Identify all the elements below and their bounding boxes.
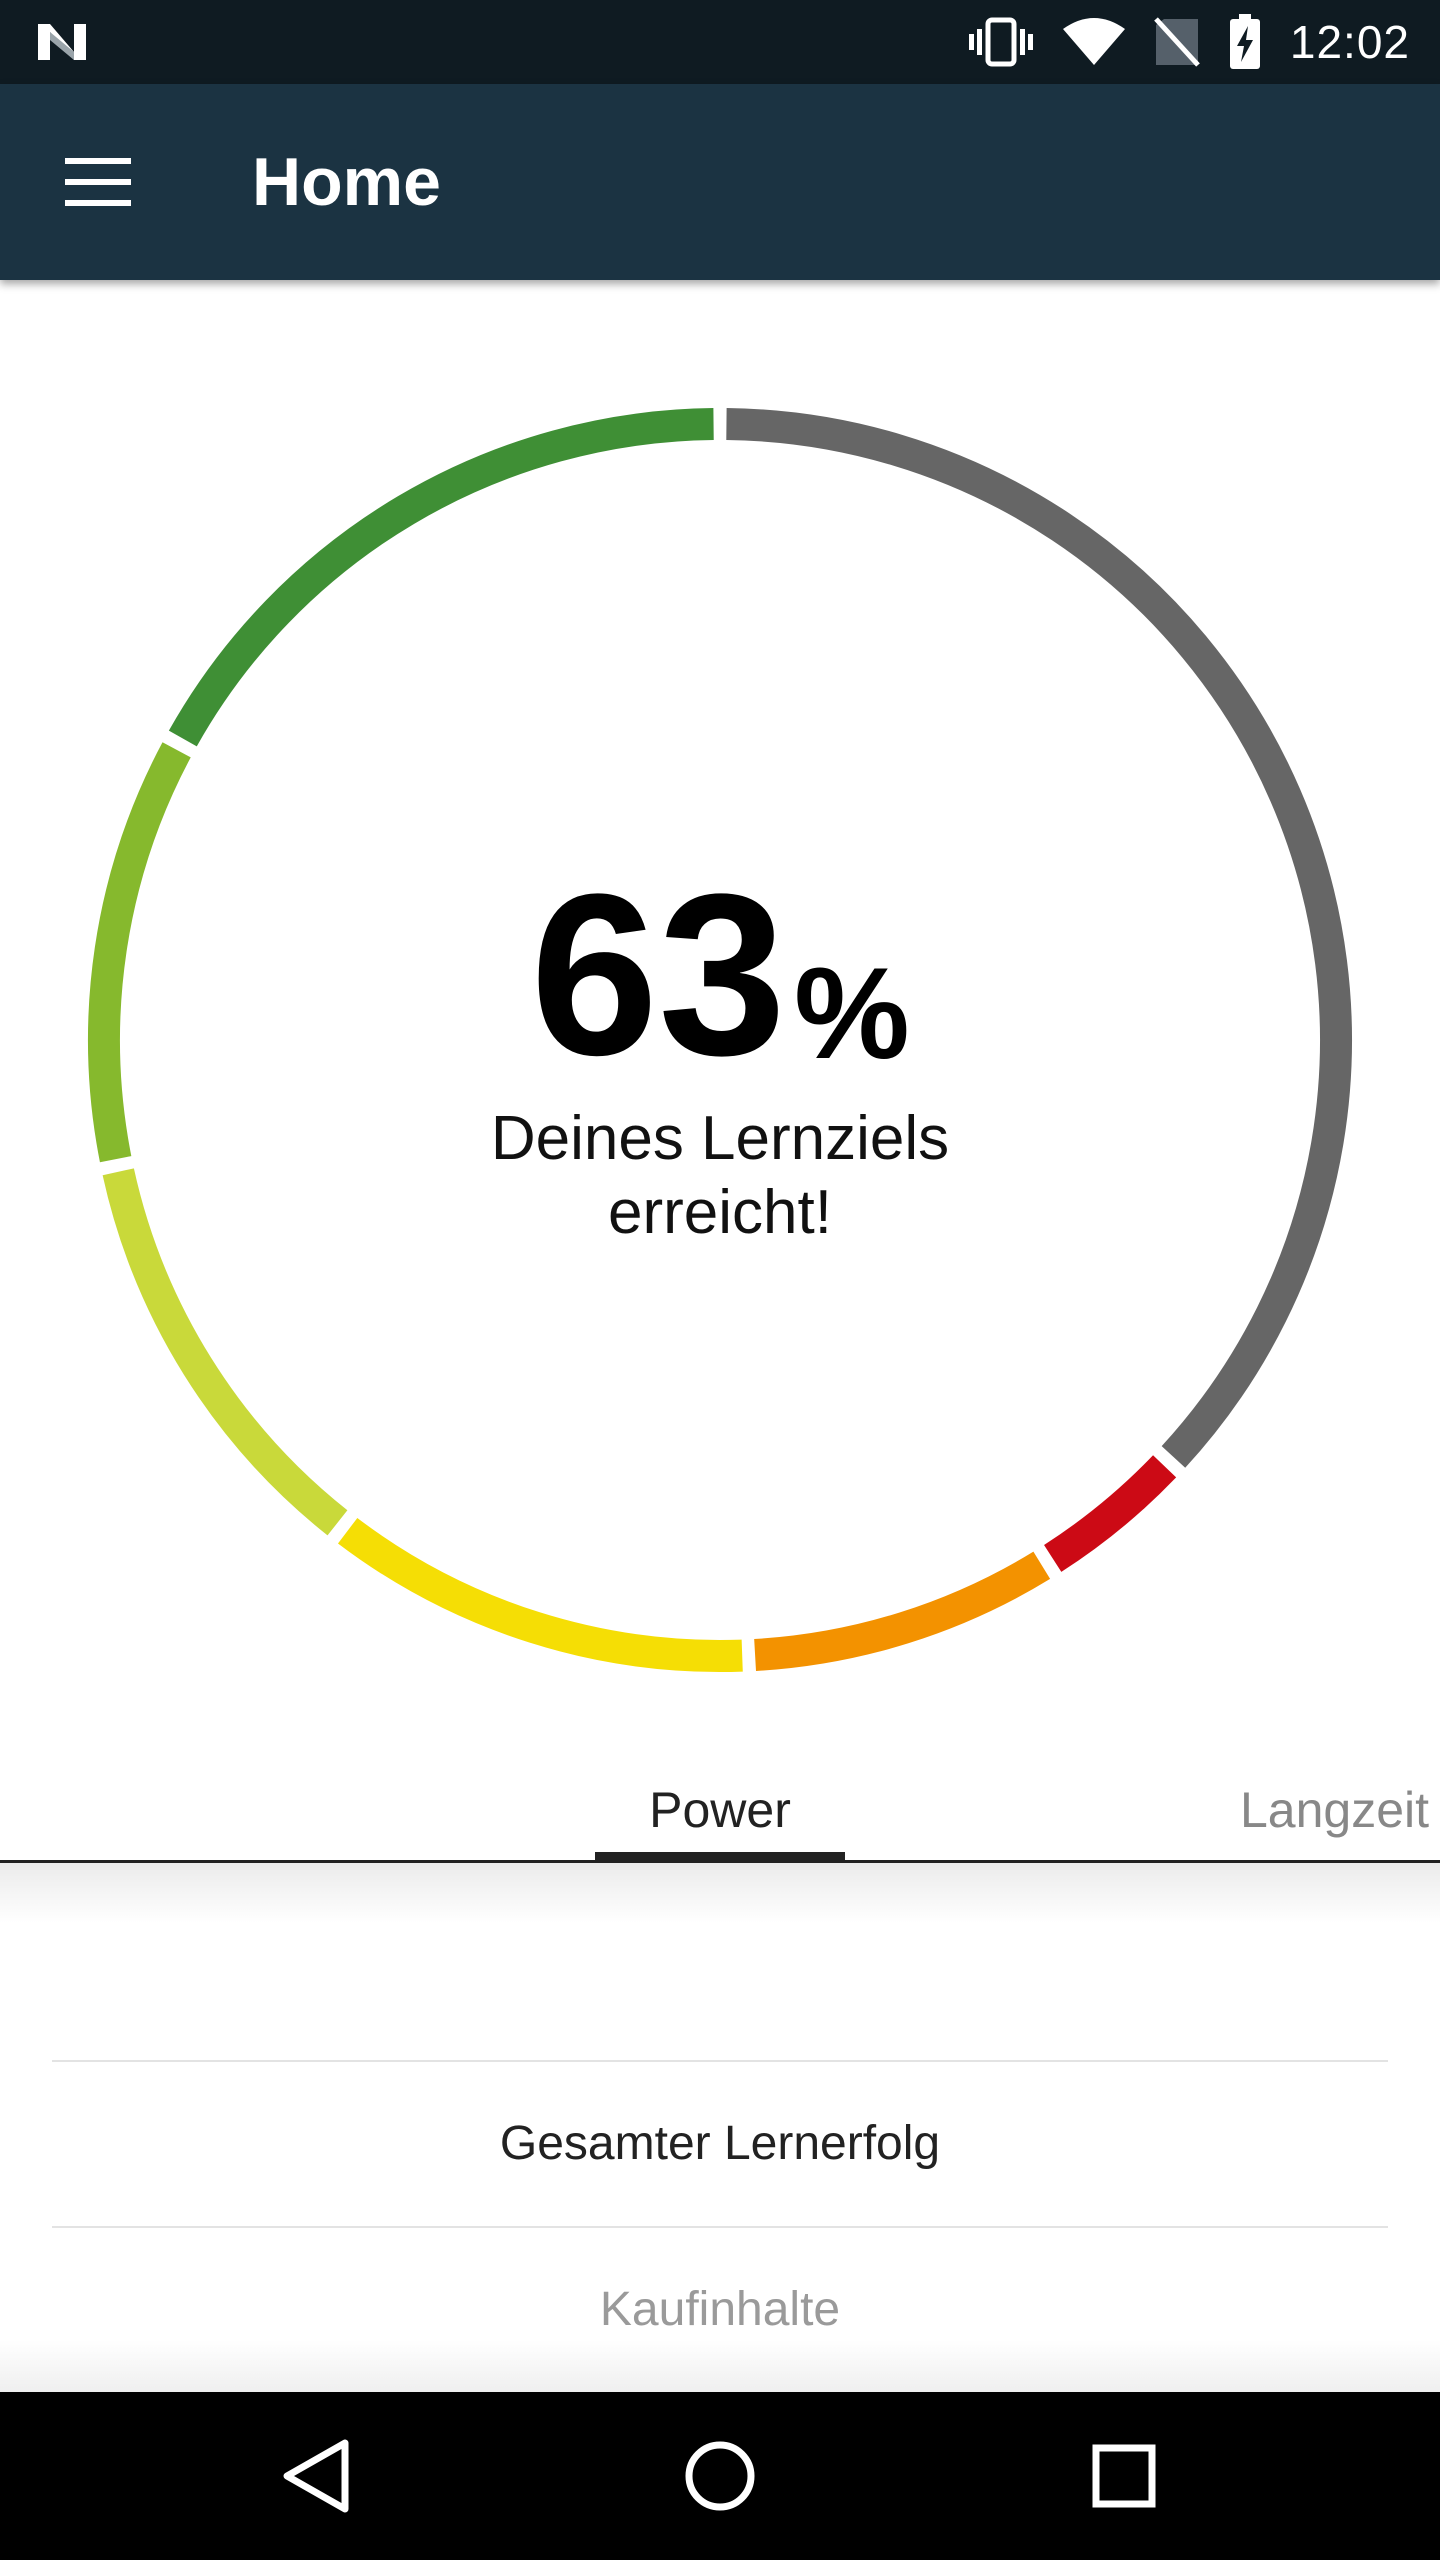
vibrate-icon [968, 17, 1033, 67]
back-button[interactable] [266, 2426, 366, 2526]
tab-indicator [595, 1852, 845, 1860]
system-nav-bar [0, 2392, 1440, 2560]
wifi-icon [1062, 18, 1125, 65]
tab-langzeit[interactable]: Langzeit [1240, 1760, 1440, 1860]
gauge-segment-arc-6 [168, 408, 714, 747]
n-logo-icon [38, 24, 86, 60]
gauge-caption-line2: erreicht! [608, 1178, 832, 1247]
clock: 12:02 [1289, 16, 1410, 68]
tab-shadow [0, 1863, 1440, 1923]
no-sim-icon [1154, 17, 1200, 67]
status-bar: 12:02 [0, 0, 1440, 84]
app-bar: Home [0, 84, 1440, 280]
page-title: Home [252, 144, 441, 220]
list-item-gesamter-lernerfolg[interactable]: Gesamter Lernerfolg [0, 2062, 1440, 2226]
gauge-center: 63 % Deines Lernziels erreicht! [0, 860, 1440, 1250]
gauge-segment-arc-1 [1043, 1455, 1177, 1572]
hamburger-menu-icon [65, 158, 131, 206]
gauge-segment-arc-2 [754, 1551, 1051, 1671]
scroll-fade [0, 2340, 1440, 2392]
tab-power[interactable]: Power [595, 1760, 845, 1860]
progress-gauge: 63 % Deines Lernziels erreicht! [0, 280, 1440, 1800]
tab-bar: Power Langzeit [0, 1760, 1440, 1863]
gauge-caption-line1: Deines Lernziels [490, 1104, 950, 1173]
recents-button[interactable] [1074, 2426, 1174, 2526]
home-icon [685, 2441, 755, 2511]
percent-display: 63 % [530, 860, 909, 1090]
battery-charging-icon [1229, 14, 1260, 69]
home-button[interactable] [670, 2426, 770, 2526]
menu-button[interactable] [40, 132, 156, 232]
percent-sign: % [794, 940, 910, 1086]
recents-icon [1092, 2444, 1156, 2508]
gauge-segment-arc-3 [337, 1517, 743, 1672]
back-icon [283, 2439, 349, 2513]
percent-value: 63 [530, 846, 787, 1103]
